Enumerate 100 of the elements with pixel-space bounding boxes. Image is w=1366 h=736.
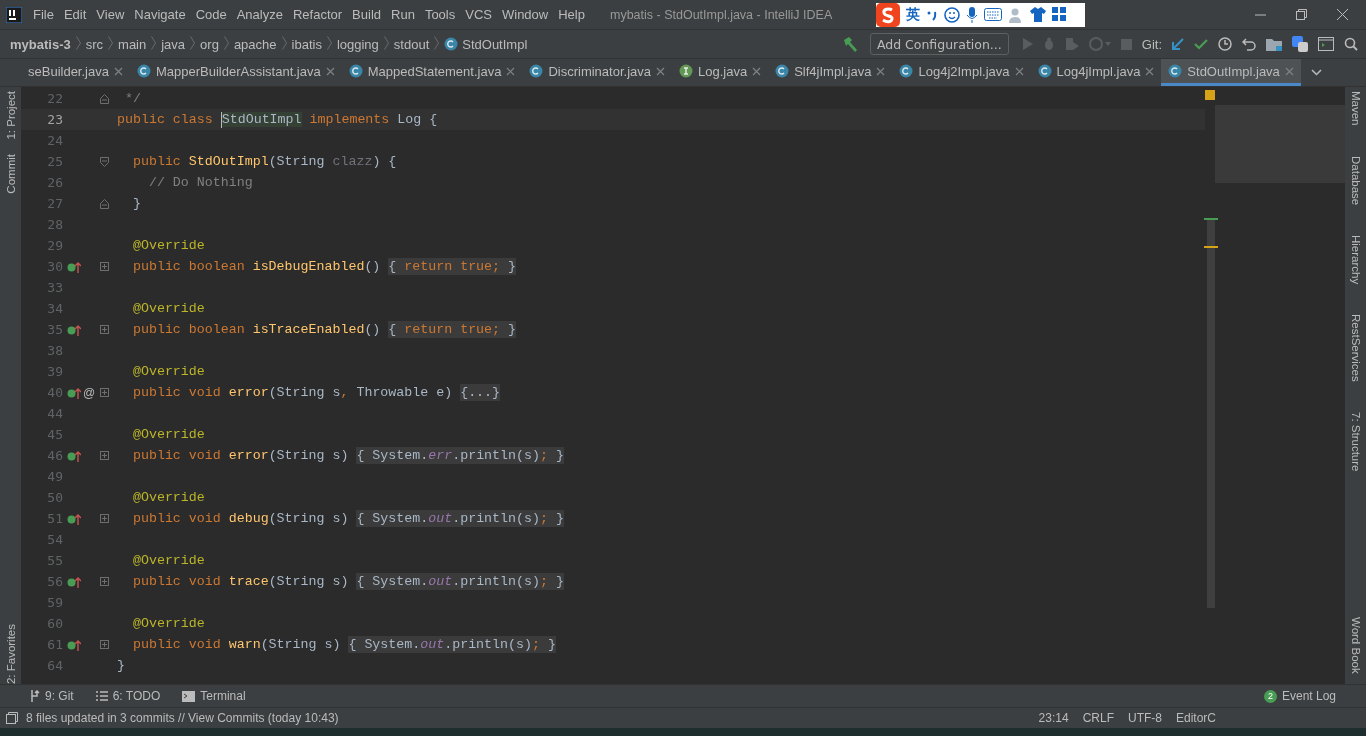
hammer-icon[interactable] xyxy=(841,36,858,52)
folder-icon[interactable] xyxy=(1266,37,1282,51)
implements-icon[interactable] xyxy=(67,260,81,273)
implements-icon[interactable] xyxy=(67,386,81,399)
fold-icon[interactable] xyxy=(99,156,109,167)
tool-window-tab[interactable]: Maven xyxy=(1349,91,1362,126)
close-icon[interactable] xyxy=(1337,9,1348,20)
fold-icon[interactable] xyxy=(99,198,109,209)
implements-icon[interactable] xyxy=(67,638,81,651)
implements-icon[interactable] xyxy=(67,575,81,588)
tool-window-tab[interactable]: 6: TODO xyxy=(95,689,161,703)
tool-window-tab[interactable]: Hierarchy xyxy=(1349,234,1362,284)
tool-window-tab[interactable]: Commit xyxy=(4,153,17,194)
microphone-icon[interactable] xyxy=(966,6,979,23)
status-item[interactable]: CRLF xyxy=(1082,711,1114,725)
expand-icon[interactable] xyxy=(99,640,109,649)
expand-icon[interactable] xyxy=(99,514,109,523)
folded-code[interactable]: { return true; } xyxy=(388,321,517,338)
implements-icon[interactable] xyxy=(67,449,81,462)
implements-icon[interactable] xyxy=(67,323,81,336)
breadcrumb[interactable]: StdOutImpl xyxy=(462,36,528,52)
menu-item[interactable]: Help xyxy=(553,7,590,22)
tool-window-tab[interactable]: 7: Structure xyxy=(1349,411,1362,472)
check-icon[interactable] xyxy=(1194,38,1208,50)
tool-window-tab[interactable]: Database xyxy=(1349,155,1362,205)
breadcrumb[interactable]: ibatis xyxy=(291,36,322,52)
grid-icon[interactable] xyxy=(1052,7,1068,22)
file-tab[interactable]: seBuilder.java xyxy=(21,59,130,86)
close-icon[interactable] xyxy=(113,66,123,76)
breadcrumb[interactable]: src xyxy=(85,36,104,52)
close-icon[interactable] xyxy=(1145,66,1155,76)
tool-window-tab[interactable]: Word Book xyxy=(1349,617,1362,674)
folded-code[interactable]: { System.err.println(s); } xyxy=(356,447,564,464)
status-item[interactable]: UTF-8 xyxy=(1128,711,1162,725)
folded-code[interactable]: {...} xyxy=(460,384,501,401)
tool-window-tab[interactable]: 9: Git xyxy=(30,689,74,703)
close-icon[interactable] xyxy=(325,66,335,76)
bug-icon[interactable] xyxy=(1042,37,1055,51)
status-item[interactable]: EditorC xyxy=(1176,711,1216,725)
tool-window-tab[interactable]: 2: Favorites xyxy=(4,623,17,684)
profiler-icon[interactable] xyxy=(1088,37,1111,51)
close-icon[interactable] xyxy=(752,66,762,76)
expand-icon[interactable] xyxy=(99,262,109,271)
chevron-down-icon[interactable] xyxy=(1310,69,1322,76)
undo-icon[interactable] xyxy=(1242,37,1256,51)
tool-window-tab[interactable]: Terminal xyxy=(182,689,246,703)
fold-icon[interactable] xyxy=(99,93,109,104)
breadcrumb[interactable]: apache xyxy=(233,36,277,52)
keyboard-icon[interactable] xyxy=(984,8,1003,21)
smiley-icon[interactable] xyxy=(944,6,961,23)
copy-icon[interactable] xyxy=(6,712,18,724)
restore-icon[interactable] xyxy=(1296,9,1307,20)
menu-item[interactable]: Navigate xyxy=(129,7,191,22)
menu-item[interactable]: Window xyxy=(496,7,554,22)
breadcrumb[interactable]: logging xyxy=(336,36,379,52)
folded-code[interactable]: { return true; } xyxy=(388,258,517,275)
file-tab[interactable]: Discriminator.java xyxy=(522,59,672,86)
tool-window-tab[interactable]: 1: Project xyxy=(4,91,17,140)
breadcrumb[interactable]: stdout xyxy=(393,36,430,52)
menu-item[interactable]: Run xyxy=(386,7,420,22)
status-message[interactable]: 8 files updated in 3 commits // View Commits (today 10:43) xyxy=(26,711,339,725)
scrollbar[interactable] xyxy=(1207,218,1215,608)
mention-marker[interactable]: @ xyxy=(83,385,96,400)
shirt-icon[interactable] xyxy=(1030,7,1047,22)
folded-code[interactable]: { System.out.println(s); } xyxy=(356,510,564,527)
clock-icon[interactable] xyxy=(1218,37,1232,51)
coverage-icon[interactable] xyxy=(1064,37,1079,51)
expand-icon[interactable] xyxy=(99,325,109,334)
menu-item[interactable]: VCS xyxy=(460,7,497,22)
file-tab[interactable]: Log.java xyxy=(672,59,769,86)
add-configuration-button[interactable]: Add Configuration... xyxy=(869,33,1009,55)
file-tab[interactable]: Log4jImpl.java xyxy=(1030,59,1162,86)
expand-icon[interactable] xyxy=(99,577,109,586)
event-log-tab[interactable]: Event Log xyxy=(1281,689,1336,703)
ime-language[interactable]: 英 xyxy=(906,5,921,24)
breadcrumb[interactable]: mybatis-3 xyxy=(10,36,71,52)
status-item[interactable]: 23:14 xyxy=(1038,711,1069,725)
menu-item[interactable]: Refactor xyxy=(287,7,348,22)
update-arrow-icon[interactable] xyxy=(1172,38,1184,50)
run-icon[interactable] xyxy=(1022,38,1033,50)
file-tab[interactable]: MappedStatement.java xyxy=(341,59,523,86)
implements-icon[interactable] xyxy=(67,512,81,525)
terminal-window-icon[interactable] xyxy=(1318,37,1334,51)
breadcrumb[interactable]: main xyxy=(118,36,147,52)
menu-item[interactable]: View xyxy=(91,7,130,22)
expand-icon[interactable] xyxy=(99,388,109,397)
menu-item[interactable]: Code xyxy=(190,7,232,22)
translate-icon[interactable] xyxy=(1292,36,1308,52)
menu-item[interactable]: Build xyxy=(347,7,386,22)
menu-item[interactable]: Edit xyxy=(58,7,92,22)
close-icon[interactable] xyxy=(506,66,516,76)
close-icon[interactable] xyxy=(876,66,886,76)
folded-code[interactable]: { System.out.println(s); } xyxy=(348,636,556,653)
menu-item[interactable]: File xyxy=(28,7,59,22)
breadcrumb[interactable]: org xyxy=(200,36,219,52)
expand-icon[interactable] xyxy=(99,451,109,460)
menu-item[interactable]: Analyze xyxy=(231,7,288,22)
file-tab[interactable]: StdOutImpl.java xyxy=(1161,59,1301,86)
stop-icon[interactable] xyxy=(1120,38,1132,50)
file-tab[interactable]: Slf4jImpl.java xyxy=(768,59,893,86)
